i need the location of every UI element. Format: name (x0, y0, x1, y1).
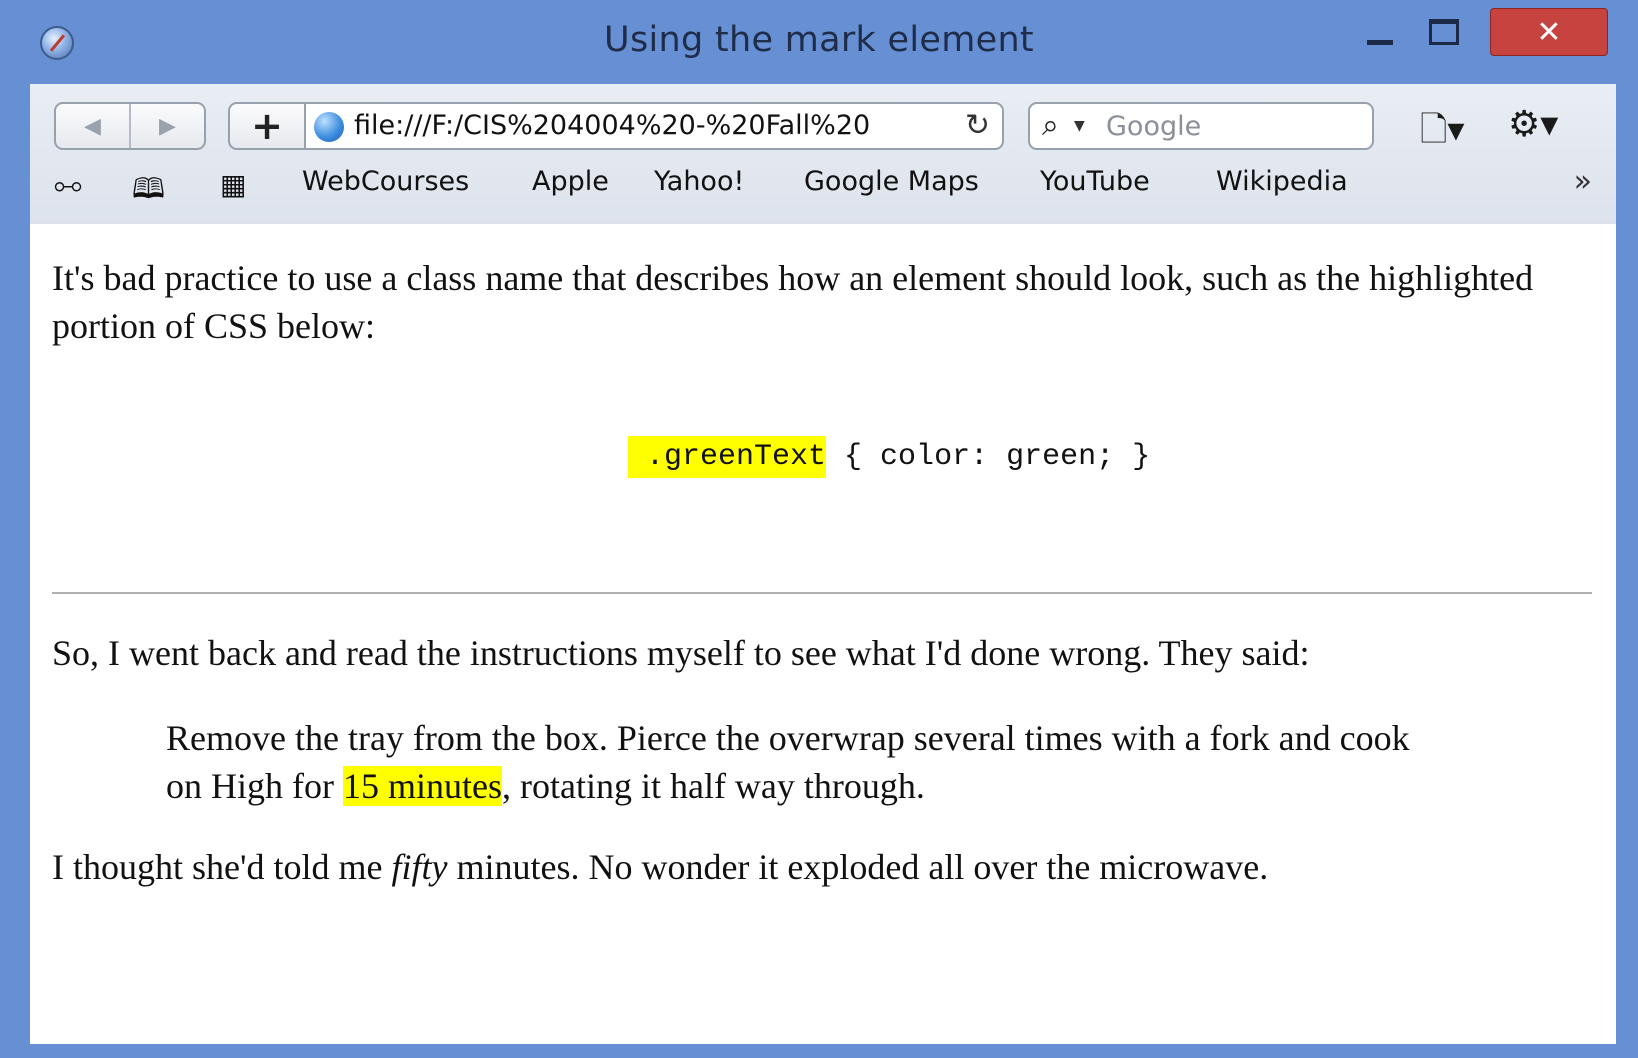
instructions-blockquote: Remove the tray from the box. Pierce the… (166, 714, 1426, 810)
minimize-icon (1367, 39, 1393, 45)
quote-text-after: , rotating it half way through. (501, 766, 925, 806)
code-declaration: { color: green; } (826, 440, 1151, 474)
p3-text-before: I thought she'd told me (52, 847, 392, 887)
intro-paragraph: It's bad practice to use a class name th… (52, 258, 1534, 346)
bookmark-item-apple[interactable]: Apple (532, 166, 609, 197)
marked-text: 15 minutes (342, 766, 502, 806)
top-sites-icon[interactable]: ▦ (220, 168, 246, 201)
back-button[interactable]: ◀ (56, 104, 129, 148)
bookmark-item-wikipedia[interactable]: Wikipedia (1216, 166, 1348, 197)
bookmark-item-webcourses[interactable]: WebCourses (302, 166, 469, 197)
search-input[interactable]: ⌕ ▼ Google (1028, 102, 1374, 150)
chevron-down-icon[interactable]: ▼ (1074, 118, 1085, 134)
bookmark-item-yahoo[interactable]: Yahoo! (654, 166, 744, 197)
browser-window: Using the mark element ✕ ◀ ▶ + file:///F… (0, 0, 1638, 1058)
bookmarks-icon[interactable]: 🕮︎ (132, 168, 165, 216)
bookmark-item-youtube[interactable]: YouTube (1040, 166, 1150, 197)
bookmarks-bar: ⧟︎ 🕮︎ ▦ WebCourses Apple Yahoo! Google M… (50, 160, 1610, 210)
browser-toolbar: ◀ ▶ + file:///F:/CIS%204004%20-%20Fall%2… (30, 84, 1616, 226)
url-text[interactable]: file:///F:/CIS%204004%20-%20Fall%20 (354, 110, 914, 141)
second-paragraph: So, I went back and read the instruction… (52, 633, 1310, 673)
title-bar[interactable]: Using the mark element ✕ (0, 0, 1638, 84)
bookmarks-overflow-icon[interactable]: » (1574, 164, 1592, 199)
search-placeholder: Google (1106, 111, 1202, 142)
page-menu-icon[interactable]: 🗋▾ (1420, 106, 1464, 163)
globe-icon (314, 112, 344, 142)
closing-paragraph: I thought she'd told me fifty minutes. N… (52, 846, 1268, 888)
bookmark-item-google-maps[interactable]: Google Maps (804, 166, 979, 197)
address-bar[interactable]: file:///F:/CIS%204004%20-%20Fall%20 ↻ (304, 102, 1004, 150)
close-button[interactable]: ✕ (1490, 8, 1608, 56)
add-bookmark-button[interactable]: + (228, 102, 304, 150)
reload-icon[interactable]: ↻ (965, 108, 990, 143)
minimize-button[interactable] (1350, 8, 1410, 56)
maximize-icon (1429, 19, 1459, 45)
maximize-button[interactable] (1414, 8, 1474, 56)
highlighted-selector: .greenText (628, 436, 827, 478)
search-icon[interactable]: ⌕ (1042, 108, 1059, 143)
reading-list-icon[interactable]: ⧟︎ (54, 168, 82, 202)
emphasized-word: fifty (391, 847, 448, 887)
p3-text-after: minutes. No wonder it exploded all over … (447, 847, 1269, 887)
gear-icon[interactable]: ⚙▾ (1508, 104, 1558, 145)
nav-button-group: ◀ ▶ (54, 102, 206, 150)
css-code-sample: .greenText { color: green; } (628, 436, 1151, 478)
horizontal-rule (52, 592, 1592, 594)
forward-button[interactable]: ▶ (129, 104, 204, 148)
page-content: It's bad practice to use a class name th… (30, 224, 1616, 1044)
